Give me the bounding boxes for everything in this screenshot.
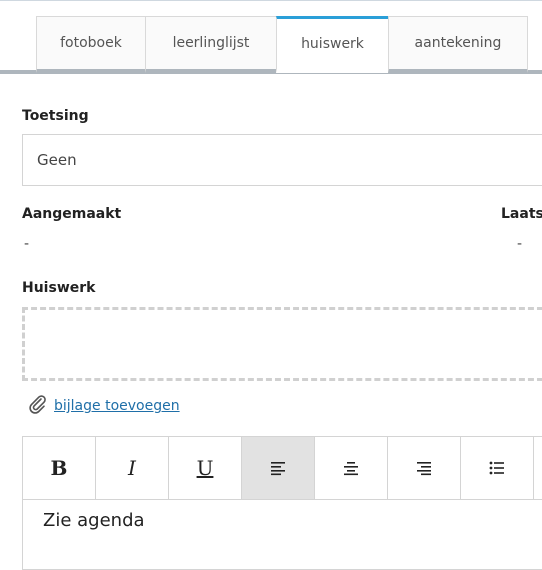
huiswerk-dropzone[interactable] (22, 307, 542, 381)
align-center-button[interactable] (315, 437, 388, 499)
tab-leerlinglijst[interactable]: leerlinglijst (145, 16, 276, 73)
align-right-icon (417, 462, 431, 476)
bold-button[interactable]: B (23, 437, 96, 499)
editor-text: Zie agenda (43, 510, 145, 531)
attachment-row: bijlage toevoegen (28, 394, 180, 418)
underline-button[interactable]: U (169, 437, 242, 499)
align-left-button[interactable] (242, 437, 315, 499)
toetsing-select[interactable]: Geen (22, 134, 542, 186)
toetsing-label: Toetsing (22, 108, 89, 124)
aangemaakt-label: Aangemaakt (22, 206, 122, 222)
add-attachment-link[interactable]: bijlage toevoegen (54, 398, 180, 414)
align-left-icon (271, 462, 285, 476)
tab-label: aantekening (414, 35, 502, 51)
underline-icon: U (196, 456, 214, 480)
huiswerk-editor[interactable]: Zie agenda (22, 500, 542, 570)
toetsing-value: Geen (37, 151, 77, 169)
bold-icon: B (50, 456, 68, 480)
bullet-list-button[interactable] (461, 437, 534, 499)
huiswerk-label: Huiswerk (22, 280, 96, 296)
aangemaakt-value: - (24, 236, 30, 252)
tab-label: leerlinglijst (172, 35, 250, 51)
paperclip-icon (28, 394, 48, 418)
tab-label: huiswerk (301, 36, 364, 52)
tab-fotoboek[interactable]: fotoboek (36, 16, 145, 73)
align-right-button[interactable] (388, 437, 461, 499)
bullet-list-icon (489, 461, 504, 475)
align-center-icon (344, 462, 358, 476)
tab-aantekening[interactable]: aantekening (388, 16, 528, 73)
italic-icon: I (128, 456, 136, 480)
editor-toolbar: B I U (22, 436, 542, 500)
tab-bar: fotoboek leerlinglijst huiswerk aanteken… (36, 16, 542, 73)
laatst-value: - (517, 236, 523, 252)
tab-label: fotoboek (60, 35, 122, 51)
top-divider (0, 0, 542, 1)
laatst-label: Laats (501, 206, 542, 222)
tab-huiswerk[interactable]: huiswerk (276, 16, 388, 73)
italic-button[interactable]: I (96, 437, 169, 499)
